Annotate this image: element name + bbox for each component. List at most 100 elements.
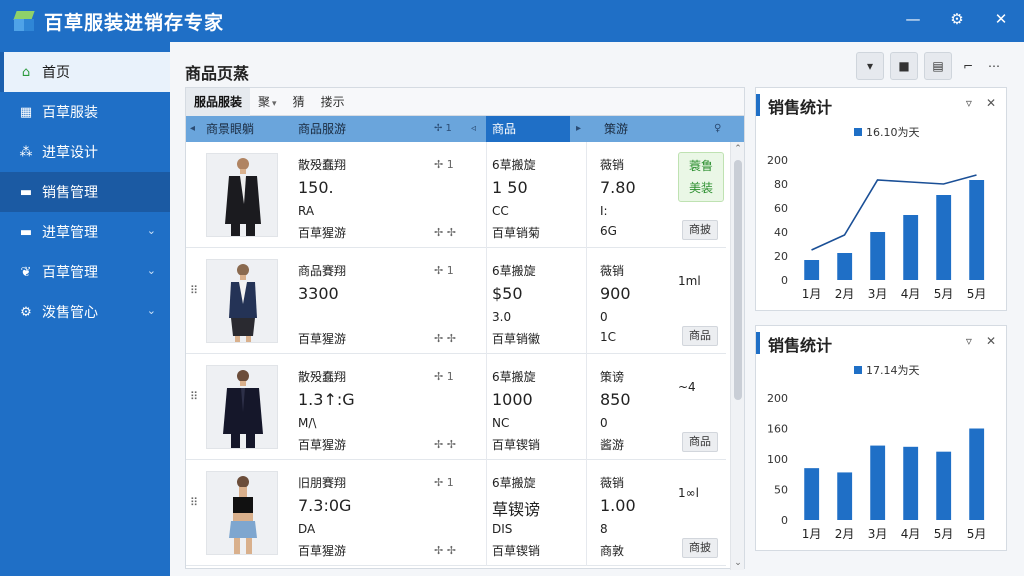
pin-icon[interactable]: ♀ — [714, 116, 721, 142]
adjust-icon[interactable]: ✢ 1 — [434, 158, 454, 171]
column-header[interactable]: ✢ 1 — [434, 116, 452, 142]
scroll-down-icon[interactable]: ⌄ — [731, 558, 745, 568]
sidebar-item-design[interactable]: ⁂ 进草设计 — [0, 132, 170, 172]
legend-swatch — [854, 128, 862, 136]
sales-label: 薇销 — [600, 158, 625, 172]
product-code: DA — [298, 522, 316, 536]
tab-show[interactable]: 搂示 — [313, 88, 353, 116]
close-icon[interactable]: ✕ — [986, 96, 996, 110]
filter-icon[interactable]: ▿ — [966, 96, 972, 110]
product-price: 7.3:0G — [298, 496, 352, 515]
sort-icon: ◂ — [190, 123, 196, 134]
sidebar-item-home[interactable]: ⌂ 首页 — [0, 52, 170, 92]
leaf-icon: ❦ — [20, 264, 32, 280]
product-action-button[interactable]: 商品 — [682, 326, 718, 346]
product-image[interactable] — [206, 259, 278, 343]
x-tick-label: 5月 — [967, 287, 987, 301]
tab-dropdown[interactable]: 聚 ▾ — [250, 88, 285, 116]
product-action-button[interactable]: 商披 — [682, 220, 718, 240]
scroll-thumb[interactable] — [734, 160, 742, 400]
sidebar-item-label: 销售管理 — [42, 185, 98, 201]
minimize-button[interactable]: — — [904, 10, 922, 28]
sales-label: 薇销 — [600, 476, 625, 490]
close-button[interactable]: ✕ — [992, 10, 1010, 28]
sales-label: 薇销 — [600, 264, 625, 278]
product-image[interactable] — [206, 365, 278, 449]
y-tick-label: 80 — [774, 178, 788, 191]
x-tick-label: 5月 — [934, 287, 954, 301]
adjust-icon[interactable]: ✢ ✢ — [434, 332, 456, 345]
adjust-icon[interactable]: ✢ 1 — [434, 264, 454, 277]
column-header[interactable]: 商品服游 — [298, 116, 346, 142]
legend-swatch — [854, 366, 862, 374]
close-icon[interactable]: ✕ — [986, 334, 996, 348]
sidebar-item-purchase-management[interactable]: ▬ 进草管理 ⌄ — [0, 212, 170, 252]
y-tick-label: 200 — [767, 154, 788, 167]
tab-bar: 服品服装 聚 ▾ 猜 搂示 — [186, 87, 744, 116]
status-text: 1∞l — [678, 486, 699, 500]
y-tick-label: 200 — [767, 392, 788, 405]
bar — [804, 260, 820, 280]
column-header-selected[interactable]: 商品 — [486, 116, 570, 142]
adjust-icon[interactable]: ✢ ✢ — [434, 544, 456, 557]
table-row[interactable]: ⠿ 散殁蠢翔 1.3↑:G M/\ 百草猩游 ✢ 1 ✢ ✢ 6草搬旋 1000 NC 百草锲销 策谤… — [186, 354, 726, 460]
pin-button[interactable]: ⌐ — [958, 52, 978, 80]
notification-icon[interactable]: ⚙ — [948, 10, 966, 28]
product-image[interactable] — [206, 153, 278, 237]
product-action-button[interactable]: 商披 — [682, 538, 718, 558]
adjust-icon[interactable]: ✢ ✢ — [434, 226, 456, 239]
chevron-down-icon: ⌄ — [146, 304, 156, 317]
gear-icon: ⚙ — [20, 304, 32, 320]
sidebar-item-baicao-management[interactable]: ❦ 百草管理 ⌄ — [0, 252, 170, 292]
scroll-up-icon[interactable]: ⌃ — [731, 144, 745, 154]
filter-button[interactable]: ▾ — [856, 52, 884, 80]
y-tick-label: 0 — [781, 274, 788, 287]
product-panel: 服品服装 聚 ▾ 猜 搂示 ◂ 商景眼躺 商品服游 ✢ 1 ◃ 商品 ▸ 策游 ♀… — [185, 87, 745, 570]
product-sub: 百草猩游 — [298, 438, 347, 452]
product-price: 1.3↑:G — [298, 390, 355, 409]
x-tick-label: 1月 — [802, 527, 822, 541]
table-row[interactable]: ⠿ 商品賽翔 3300 百草猩游 ✢ 1 ✢ ✢ 6草搬旋 $50 3.0 百草销徽 薇销 900 0 1… — [186, 248, 726, 354]
bar — [969, 428, 985, 520]
adjust-icon[interactable]: ✢ 1 — [434, 476, 454, 489]
y-tick-label: 60 — [774, 202, 788, 215]
x-tick-label: 5月 — [934, 527, 954, 541]
filter-icon[interactable]: ▿ — [966, 334, 972, 348]
column-header[interactable]: 策游 — [604, 116, 628, 142]
drag-handle-icon[interactable]: ⠿ — [190, 496, 198, 509]
y-tick-label: 160 — [767, 423, 788, 436]
tab-clothing[interactable]: 服品服装 — [186, 87, 251, 116]
sort-icon[interactable]: ▸ — [576, 116, 581, 142]
chevron-down-icon: ▾ — [272, 98, 277, 109]
status-tag: 蓑鲁 美装 — [678, 152, 724, 202]
adjust-icon[interactable]: ✢ ✢ — [434, 438, 456, 451]
table-button[interactable]: ▤ — [924, 52, 952, 80]
scrollbar[interactable]: ⌃ ⌄ — [730, 142, 744, 570]
sidebar-item-sales-management[interactable]: ▬ 销售管理 — [0, 172, 170, 212]
more-icon[interactable]: ⋯ — [984, 52, 1004, 80]
table-row[interactable]: 散殁蠢翔 150. RA 百草猩游 ✢ 1 ✢ ✢ 6草搬旋 1 50 CC 百草销菊 薇销 7.80… — [186, 142, 726, 248]
adjust-icon[interactable]: ✢ 1 — [434, 370, 454, 383]
bar — [837, 472, 853, 520]
trend-line — [811, 174, 977, 251]
stock-value: 1000 — [492, 390, 533, 409]
product-sub: 百草猩游 — [298, 544, 347, 558]
product-action-button[interactable]: 商品 — [682, 432, 718, 452]
column-header[interactable]: 商景眼躺 — [206, 116, 254, 142]
chevron-down-icon: ⌄ — [146, 224, 156, 237]
drag-handle-icon[interactable]: ⠿ — [190, 390, 198, 403]
y-tick-label: 0 — [781, 514, 788, 527]
stats-title: 销售统计 — [768, 336, 833, 355]
product-image[interactable] — [206, 471, 278, 555]
drag-handle-icon[interactable]: ⠿ — [190, 284, 198, 297]
stop-button[interactable]: ■ — [890, 52, 918, 80]
sort-icon[interactable]: ◃ — [471, 116, 476, 142]
x-tick-label: 2月 — [835, 527, 855, 541]
app-title: 百草服装进销存专家 — [44, 11, 225, 34]
sidebar-item-baicao-clothing[interactable]: ▦ 百草服装 — [0, 92, 170, 132]
table-row[interactable]: ⠿ 旧朋賽翔 7.3:0G DA 百草猩游 ✢ 1 ✢ ✢ 6草搬旋 草锲谤 DIS 百草锲销 薇销 1… — [186, 460, 726, 566]
tab-guess[interactable]: 猜 — [285, 88, 313, 116]
sales-chart-1: 0 20 40 60 80 200 16.10为天 1月 2月 3月 4月 5月 5月 — [767, 126, 987, 301]
folder-icon: ▬ — [19, 224, 33, 240]
sidebar-item-settings[interactable]: ⚙ 泼售管心 ⌄ — [0, 292, 170, 332]
